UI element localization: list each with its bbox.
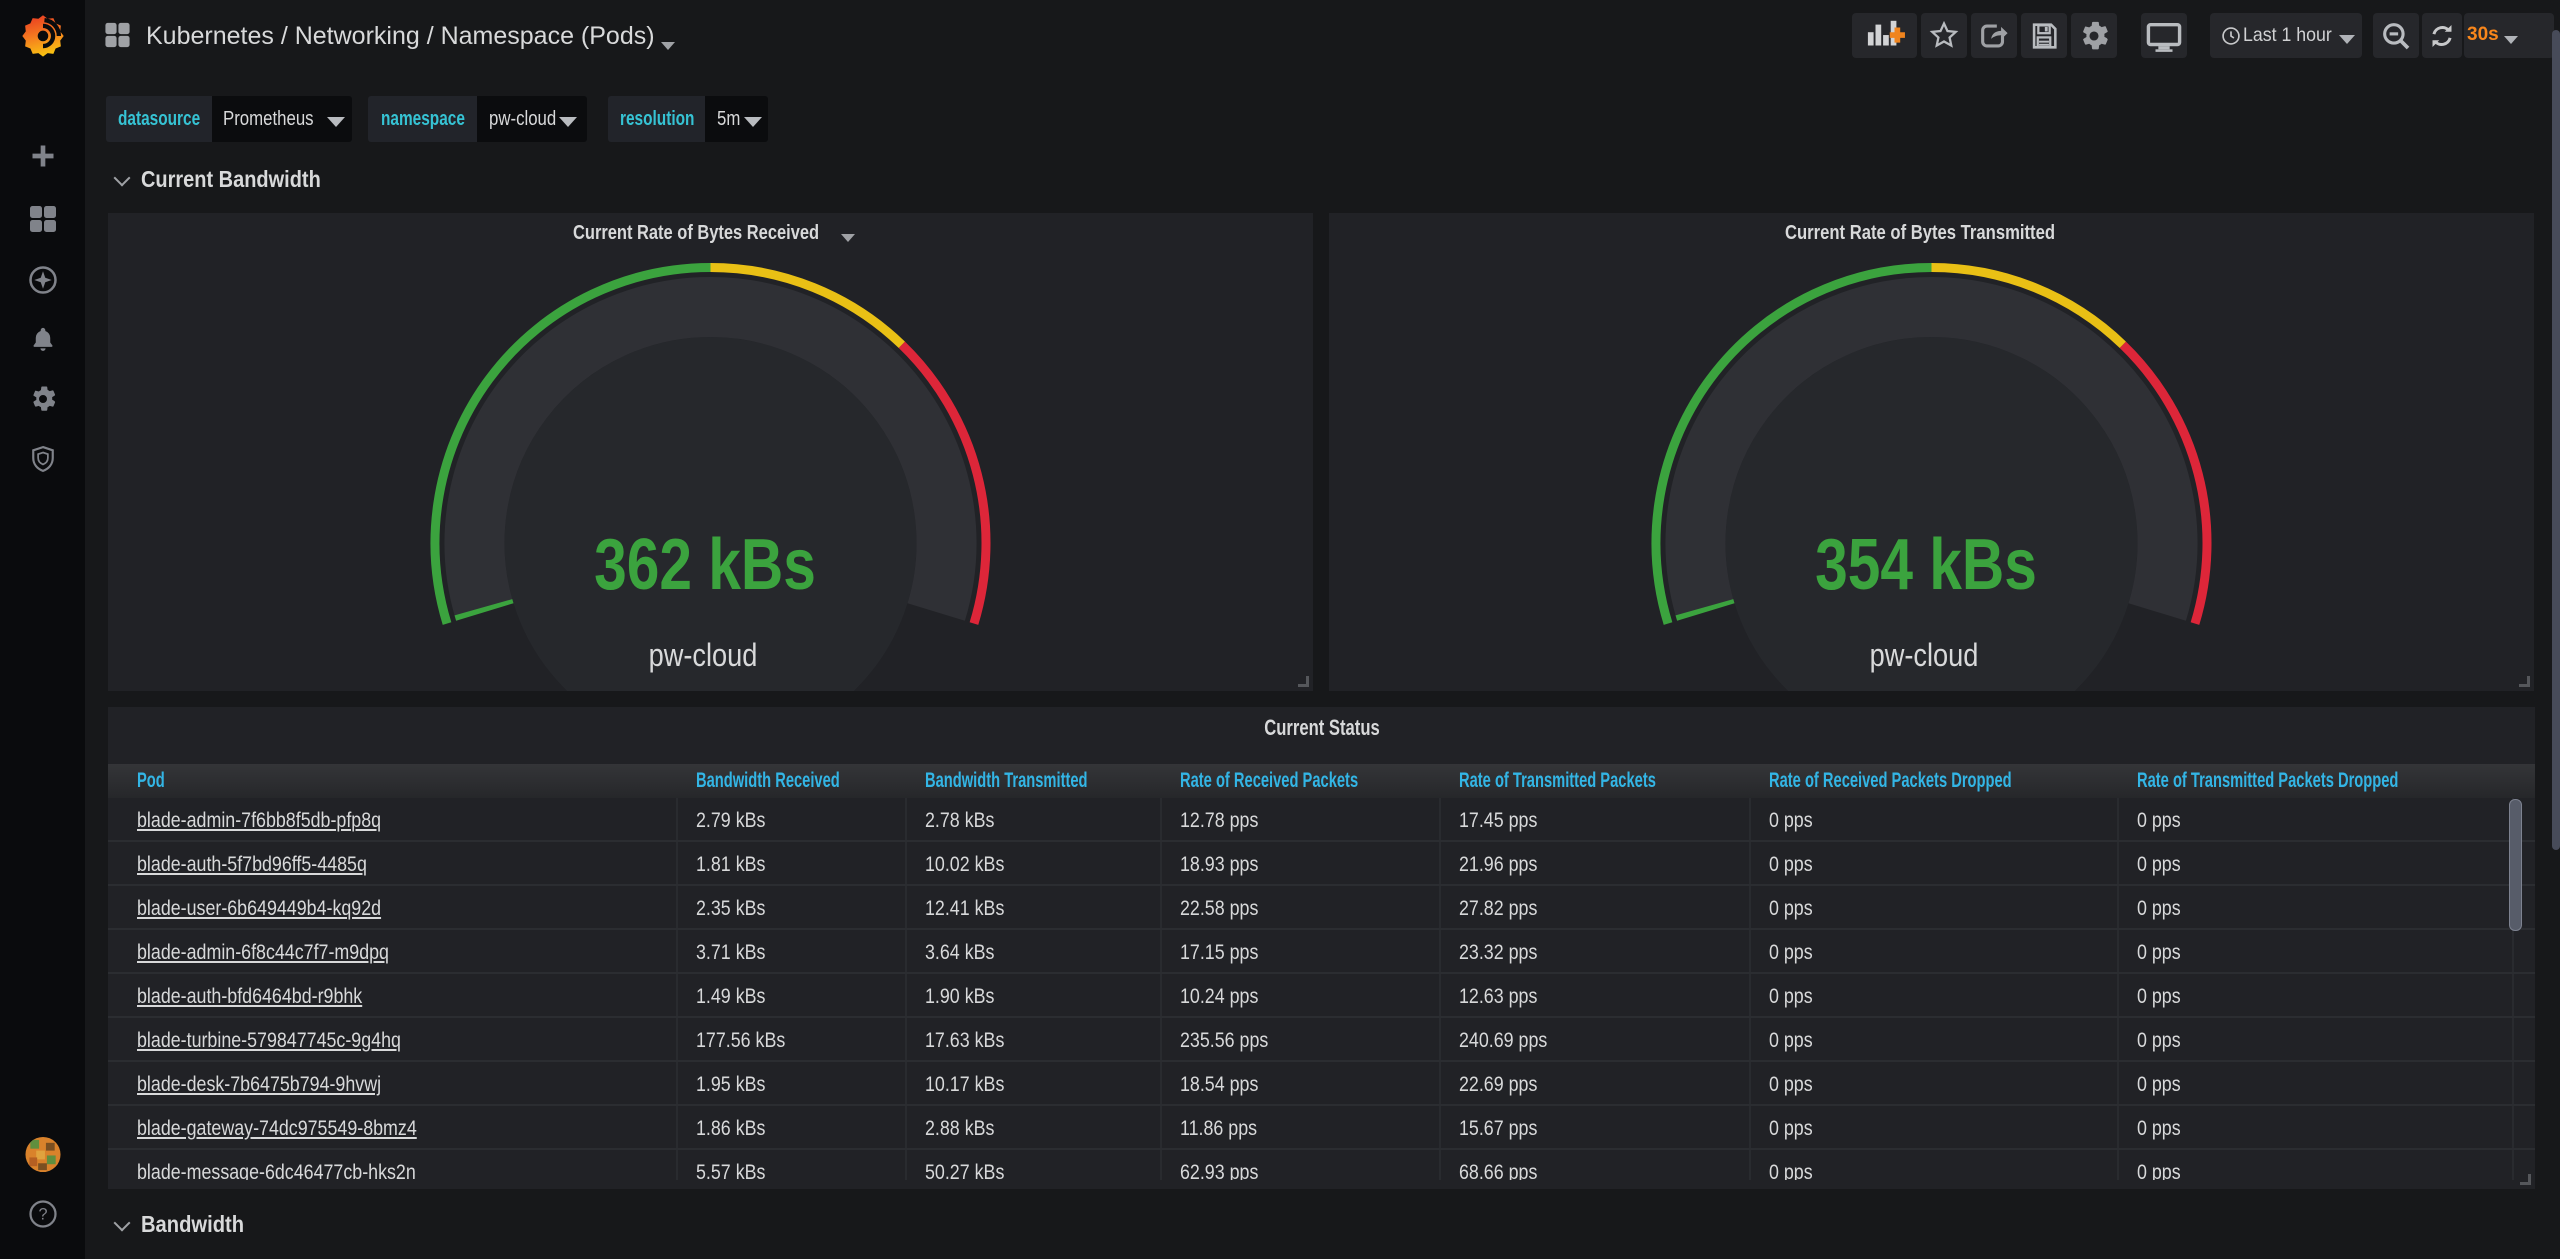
svg-text:?: ? (38, 1206, 47, 1224)
